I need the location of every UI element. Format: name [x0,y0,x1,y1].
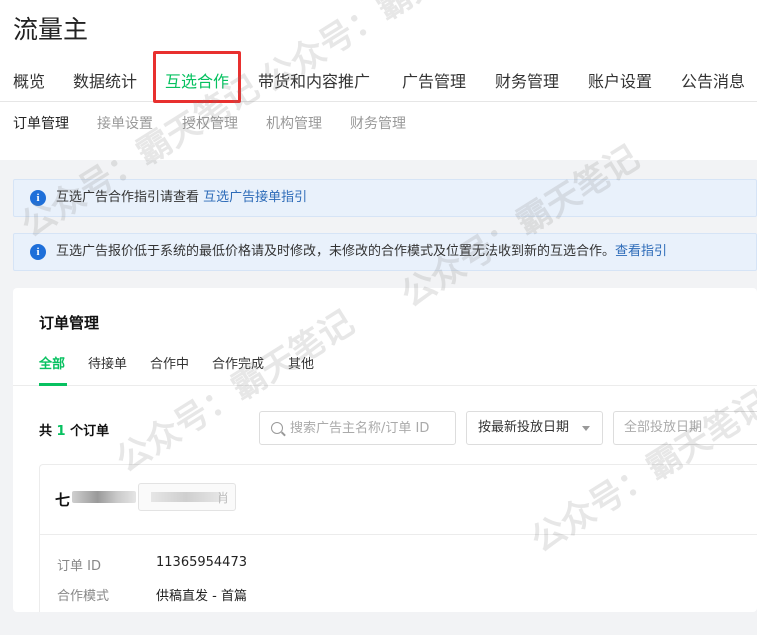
tab-in-progress[interactable]: 合作中 [150,354,189,376]
chip-tail-text: 肖 [216,491,229,505]
tab-pending[interactable]: 待接单 [88,354,127,376]
date-filter[interactable]: 全部投放日期 [613,411,757,445]
guide-link[interactable]: 互选广告接单指引 [203,190,307,205]
search-box [259,411,456,445]
nav-item-promotion[interactable]: 带货和内容推广 [258,70,370,94]
order-status-tabs: 全部 待接单 合作中 合作完成 其他 [13,352,757,386]
order-id-label: 订单 ID [57,559,101,574]
redacted-chip-text [151,492,221,502]
order-item[interactable]: 七 肖 订单 ID 11365954473 合作模式 供稿直发 - 首篇 [39,464,757,612]
nav-item-account-settings[interactable]: 账户设置 [588,70,652,94]
sub-tab-order-management[interactable]: 订单管理 [13,114,69,134]
info-icon: i [30,190,46,206]
sub-tab-authorization[interactable]: 授权管理 [182,114,238,134]
order-management-card: 订单管理 全部 待接单 合作中 合作完成 其他 共 1 个订单 按最新投放日期 … [13,288,757,612]
guide-banner-text: 互选广告合作指引请查看 [56,190,204,205]
sub-tab-agency[interactable]: 机构管理 [266,114,322,134]
chevron-down-icon [582,426,590,431]
sub-nav: 订单管理 接单设置 授权管理 机构管理 财务管理 [0,114,757,136]
main-nav: 概览 数据统计 互选合作 带货和内容推广 广告管理 财务管理 账户设置 公告消息 [0,70,757,102]
card-title: 订单管理 [39,314,100,332]
order-header: 七 肖 [40,465,757,535]
app-title: 流量主 [13,15,89,44]
price-warning-text: 互选广告报价低于系统的最低价格请及时修改，未修改的合作模式及位置无法收到新的互选… [56,244,616,259]
active-tab-indicator [39,383,67,386]
guide-banner: i 互选广告合作指引请查看 互选广告接单指引 [13,179,757,217]
order-id-value: 11365954473 [156,555,247,570]
nav-item-announcements[interactable]: 公告消息 [681,70,745,94]
highlight-annotation [153,51,241,103]
sub-tab-finance[interactable]: 财务管理 [350,114,406,134]
top-header: 流量主 概览 数据统计 互选合作 带货和内容推广 广告管理 财务管理 账户设置 … [0,0,757,160]
tab-other[interactable]: 其他 [288,354,314,376]
cooperation-mode-label: 合作模式 [57,589,110,604]
redacted-name [72,491,136,503]
nav-item-statistics[interactable]: 数据统计 [73,70,137,94]
tab-all[interactable]: 全部 [39,354,65,376]
nav-item-overview[interactable]: 概览 [13,70,45,94]
info-icon: i [30,244,46,260]
nav-item-finance[interactable]: 财务管理 [495,70,559,94]
sort-select[interactable]: 按最新投放日期 [466,411,603,445]
search-input[interactable] [290,418,450,438]
tab-completed[interactable]: 合作完成 [212,354,264,376]
nav-item-ad-management[interactable]: 广告管理 [402,70,466,94]
cooperation-mode-value: 供稿直发 - 首篇 [156,589,247,604]
view-guide-link[interactable]: 查看指引 [615,244,667,259]
price-warning-banner: i 互选广告报价低于系统的最低价格请及时修改，未修改的合作模式及位置无法收到新的… [13,233,757,271]
advertiser-name: 七 [55,491,71,509]
order-count: 共 1 个订单 [39,424,110,439]
sort-select-label: 按最新投放日期 [478,420,570,435]
advertiser-chip: 肖 [138,483,236,511]
sub-tab-order-settings[interactable]: 接单设置 [97,114,153,134]
order-count-number: 1 [56,424,66,439]
search-icon [271,422,283,434]
